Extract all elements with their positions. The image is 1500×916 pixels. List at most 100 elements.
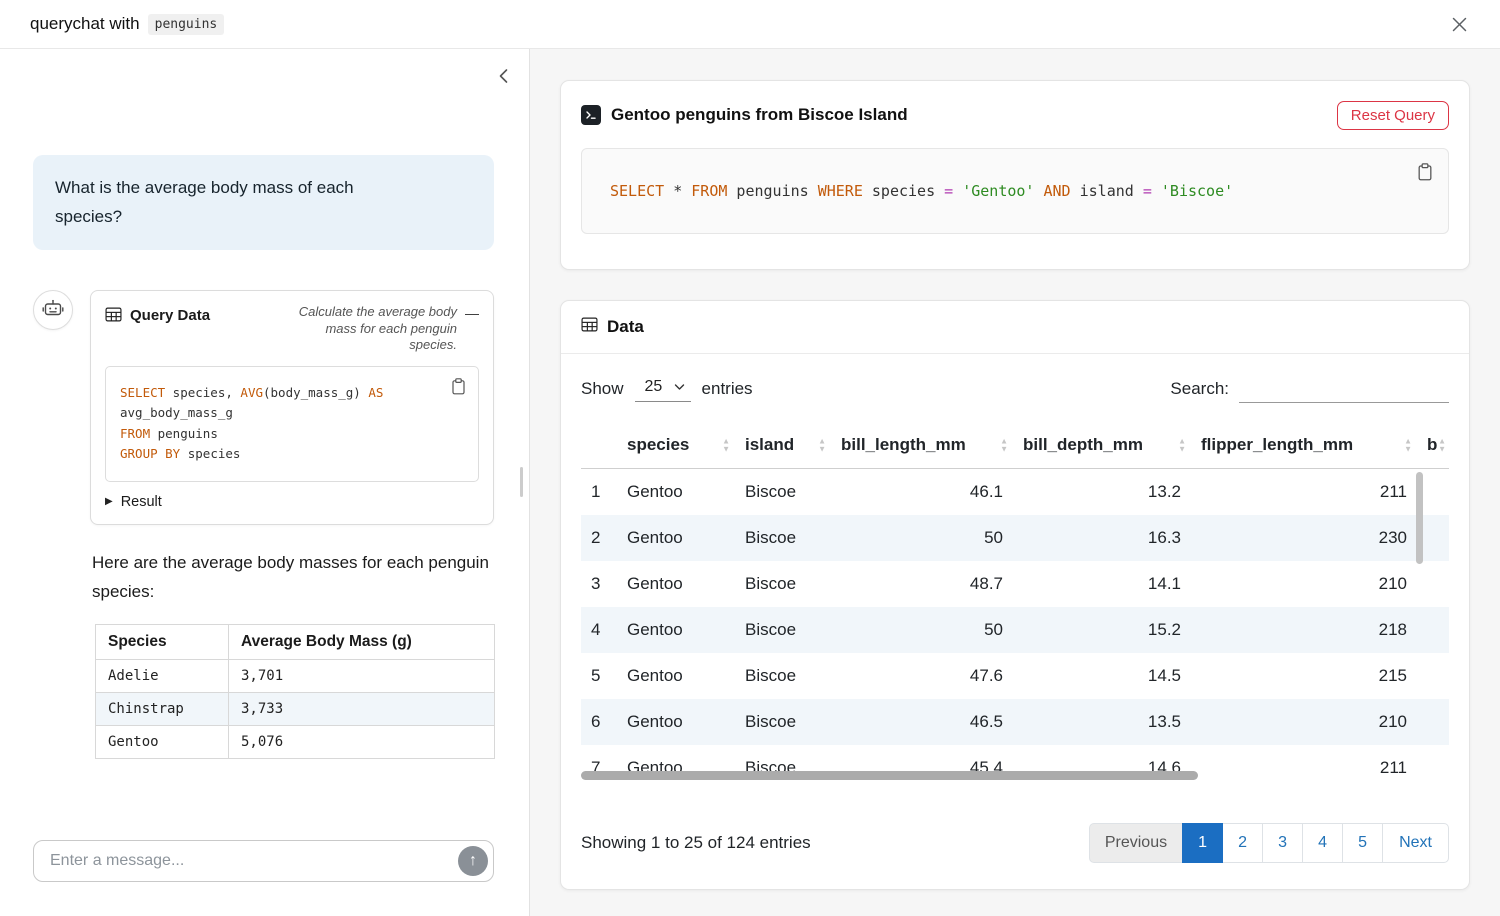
show-label: Show — [581, 379, 624, 399]
sidebar-collapse-icon[interactable] — [494, 64, 513, 91]
summary-col-header: Average Body Mass (g) — [229, 624, 495, 659]
row-index: 5 — [581, 653, 617, 699]
summary-row: Chinstrap3,733 — [96, 692, 495, 725]
collapse-tool-icon[interactable]: — — [465, 304, 479, 322]
query-title: Gentoo penguins from Biscoe Island — [611, 105, 908, 125]
app-title-text: querychat with — [30, 14, 140, 34]
app-header: querychat with penguins — [0, 0, 1500, 49]
sort-icon: ▲▼ — [722, 438, 730, 453]
tool-sql-code: SELECT species, AVG(body_mass_g) ASavg_b… — [120, 383, 464, 465]
page-length-control: Show 25 entries — [581, 376, 753, 402]
pagination-page-4[interactable]: 4 — [1302, 823, 1343, 863]
send-button[interactable]: ↑ — [458, 846, 488, 876]
user-message: What is the average body mass of each sp… — [33, 155, 494, 250]
robot-icon — [41, 298, 65, 322]
table-info: Showing 1 to 25 of 124 entries — [581, 833, 811, 853]
sort-icon: ▲▼ — [1000, 438, 1008, 453]
user-message-text: What is the average body mass of each sp… — [55, 174, 407, 231]
table-controls: Show 25 entries Search: — [561, 354, 1469, 403]
data-table-viewport: species▲▼island▲▼bill_length_mm▲▼bill_de… — [581, 426, 1449, 780]
row-index: 2 — [581, 515, 617, 561]
column-header-bill_length_mm[interactable]: bill_length_mm▲▼ — [831, 426, 1013, 469]
result-label: Result — [121, 494, 162, 510]
reset-query-button[interactable]: Reset Query — [1337, 101, 1449, 130]
chat-history: What is the average body mass of each sp… — [0, 49, 529, 840]
data-table-header-row: species▲▼island▲▼bill_length_mm▲▼bill_de… — [581, 426, 1449, 469]
row-index: 6 — [581, 699, 617, 745]
table-row[interactable]: 6GentooBiscoe46.513.5210 — [581, 699, 1449, 745]
main-layout: What is the average body mass of each sp… — [0, 49, 1500, 916]
column-header-species[interactable]: species▲▼ — [617, 426, 735, 469]
horizontal-scrollbar[interactable] — [581, 771, 1198, 780]
pagination-page-2[interactable]: 2 — [1222, 823, 1263, 863]
app-title: querychat with penguins — [30, 14, 224, 35]
dataset-chip: penguins — [148, 14, 225, 35]
copy-icon[interactable] — [449, 376, 468, 400]
search-label: Search: — [1170, 379, 1229, 399]
table-row[interactable]: 2GentooBiscoe5016.3230 — [581, 515, 1449, 561]
entries-label: entries — [702, 379, 753, 399]
page-length-select[interactable]: 25 — [635, 376, 691, 401]
row-index: 4 — [581, 607, 617, 653]
close-icon[interactable] — [1447, 12, 1472, 37]
sql-code-block: SELECT species, AVG(body_mass_g) ASavg_b… — [105, 366, 479, 482]
page-length-select-wrap: 25 — [635, 376, 691, 402]
summary-table: SpeciesAverage Body Mass (g) Adelie3,701… — [95, 624, 495, 759]
column-header-bill_depth_mm[interactable]: bill_depth_mm▲▼ — [1013, 426, 1191, 469]
app-window: querychat with penguins What is the aver… — [0, 0, 1500, 916]
summary-table-header: SpeciesAverage Body Mass (g) — [96, 624, 495, 659]
caret-right-icon: ▶ — [105, 496, 113, 507]
sort-icon: ▲▼ — [1438, 438, 1446, 453]
row-index-header[interactable] — [581, 426, 617, 469]
assistant-message: Here are the average body masses for eac… — [92, 549, 492, 607]
sort-icon: ▲▼ — [1404, 438, 1412, 453]
main-content: Gentoo penguins from Biscoe Island Reset… — [530, 49, 1500, 916]
pagination-page-3[interactable]: 3 — [1262, 823, 1303, 863]
sort-icon: ▲▼ — [818, 438, 826, 453]
data-card: Data Show 25 entries Sear — [560, 300, 1470, 890]
query-card: Gentoo penguins from Biscoe Island Reset… — [560, 80, 1470, 270]
terminal-icon — [581, 105, 601, 125]
pagination-previous[interactable]: Previous — [1089, 823, 1183, 863]
summary-row: Gentoo5,076 — [96, 725, 495, 758]
tool-call-card: Query Data Calculate the average body ma… — [90, 290, 494, 525]
table-row[interactable]: 4GentooBiscoe5015.2218 — [581, 607, 1449, 653]
column-header-flipper_length_mm[interactable]: flipper_length_mm▲▼ — [1191, 426, 1417, 469]
query-card-header: Gentoo penguins from Biscoe Island Reset… — [581, 95, 1449, 135]
sidebar-resize-handle[interactable] — [520, 467, 523, 497]
table-row[interactable]: 5GentooBiscoe47.614.5215 — [581, 653, 1449, 699]
table-row[interactable]: 1GentooBiscoe46.113.2211 — [581, 469, 1449, 516]
pagination-page-1[interactable]: 1 — [1182, 823, 1223, 863]
table-icon — [105, 306, 122, 328]
search-control: Search: — [1170, 375, 1449, 403]
vertical-scrollbar[interactable] — [1416, 472, 1423, 564]
result-toggle[interactable]: ▶ Result — [91, 482, 176, 524]
summary-col-header: Species — [96, 624, 229, 659]
chat-input[interactable] — [33, 840, 494, 882]
row-index: 1 — [581, 469, 617, 516]
column-header-island[interactable]: island▲▼ — [735, 426, 831, 469]
current-sql-box: SELECT * FROM penguins WHERE species = '… — [581, 148, 1449, 234]
tool-card-header: Query Data Calculate the average body ma… — [91, 291, 493, 362]
chat-input-row: ↑ — [0, 840, 529, 916]
pagination: Previous12345Next — [1089, 823, 1449, 863]
assistant-turn: Query Data Calculate the average body ma… — [33, 290, 494, 525]
tool-note: Calculate the average body mass for each… — [285, 304, 457, 354]
pagination-next[interactable]: Next — [1382, 823, 1449, 863]
tool-title: Query Data — [130, 307, 210, 324]
chat-sidebar: What is the average body mass of each sp… — [0, 49, 530, 916]
column-header-b[interactable]: b▲▼ — [1417, 426, 1449, 469]
sort-icon: ▲▼ — [1178, 438, 1186, 453]
row-index: 3 — [581, 561, 617, 607]
data-card-header: Data — [561, 301, 1469, 354]
up-arrow-icon: ↑ — [469, 852, 477, 870]
data-card-title: Data — [607, 317, 644, 337]
data-table: species▲▼island▲▼bill_length_mm▲▼bill_de… — [581, 426, 1449, 780]
copy-icon[interactable] — [1415, 161, 1435, 186]
pagination-page-5[interactable]: 5 — [1342, 823, 1383, 863]
table-footer: Showing 1 to 25 of 124 entries Previous1… — [581, 823, 1449, 863]
table-icon — [581, 316, 598, 338]
table-search-input[interactable] — [1239, 375, 1449, 403]
table-row[interactable]: 3GentooBiscoe48.714.1210 — [581, 561, 1449, 607]
current-sql-text: SELECT * FROM penguins WHERE species = '… — [610, 182, 1233, 200]
